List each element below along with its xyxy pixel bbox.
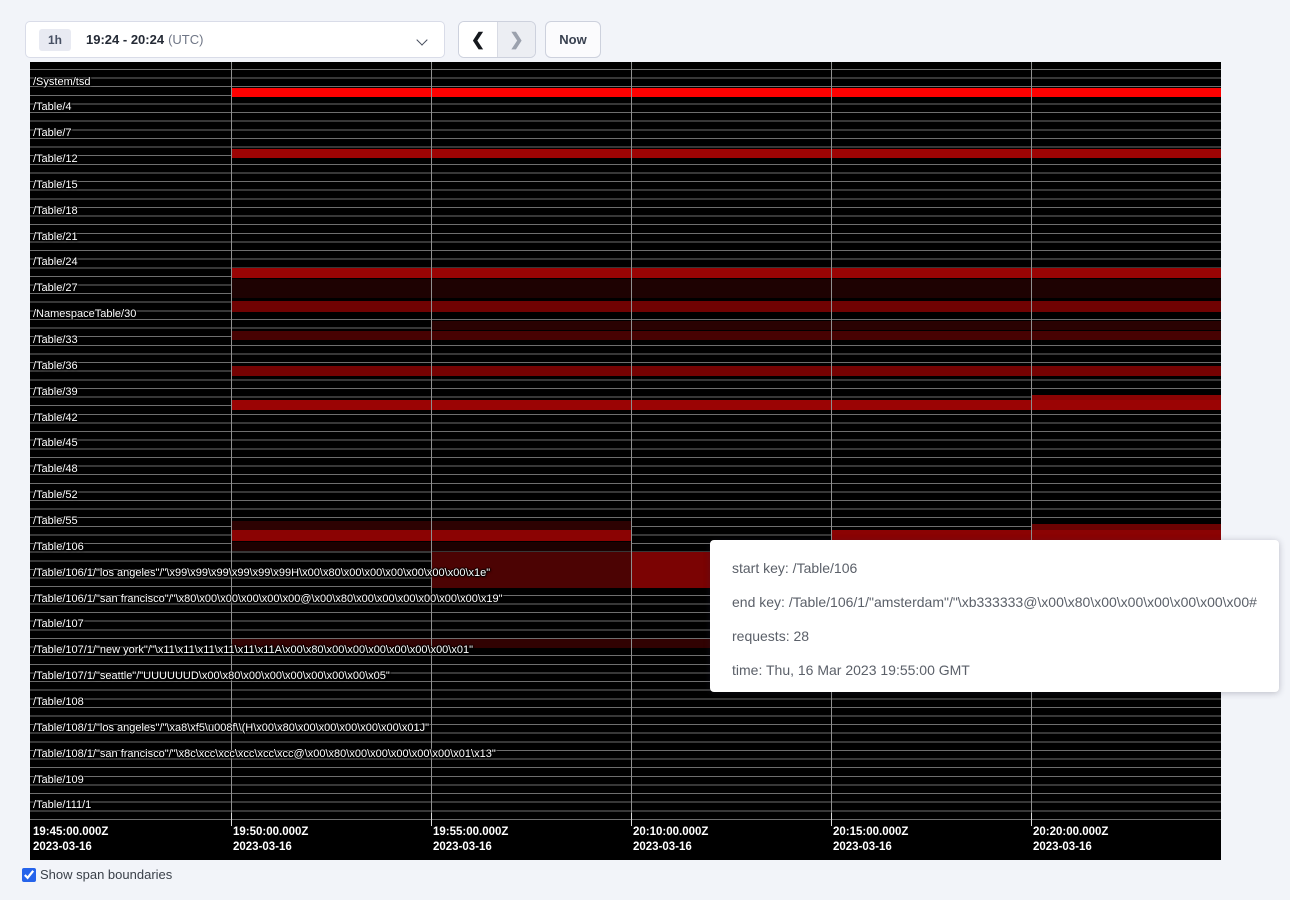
heat-band	[231, 268, 1221, 278]
row-label: /Table/12	[33, 153, 78, 165]
axis-tick	[1031, 813, 1032, 826]
row-label: /Table/107/1/"seattle"/"UUUUUUD\x00\x80\…	[33, 670, 390, 682]
row-label: /NamespaceTable/30	[33, 308, 136, 320]
row-label: /Table/27	[33, 282, 78, 294]
tooltip-line: requests: 28	[732, 619, 1257, 653]
x-axis-label: 20:15:00.000Z2023-03-16	[833, 825, 908, 855]
x-axis-label: 19:45:00.000Z2023-03-16	[33, 825, 108, 855]
heat-band	[231, 366, 1221, 376]
time-gridline	[1031, 62, 1032, 826]
row-label: /Table/15	[33, 179, 78, 191]
axis-tick	[231, 813, 232, 826]
heat-band	[231, 88, 1221, 97]
row-label: /Table/106/1/"los angeles"/"\x99\x99\x99…	[33, 567, 490, 579]
heat-band	[231, 301, 1221, 312]
row-label: /Table/18	[33, 205, 78, 217]
time-gridline	[631, 62, 632, 826]
axis-tick	[831, 813, 832, 826]
utc-label: (UTC)	[168, 32, 203, 47]
heat-band	[231, 331, 1221, 340]
now-button[interactable]: Now	[545, 21, 601, 58]
row-label: /Table/36	[33, 360, 78, 372]
chevron-down-icon	[416, 34, 427, 45]
row-label: /Table/106/1/"san francisco"/"\x80\x00\x…	[33, 593, 503, 605]
row-label: /Table/45	[33, 437, 78, 449]
axis-tick	[431, 813, 432, 826]
heat-band	[231, 279, 1221, 298]
time-range-selector[interactable]: 1h 19:24 - 20:24 (UTC)	[25, 21, 445, 58]
heat-band	[231, 400, 1221, 410]
row-label: /Table/108/1/"san francisco"/"\x8c\xcc\x…	[33, 748, 496, 760]
axis-tick	[631, 813, 632, 826]
time-nav-group: ❮ ❯	[458, 21, 536, 58]
heat-band	[231, 149, 1221, 158]
next-window-button[interactable]: ❯	[497, 22, 535, 57]
row-label: /Table/52	[33, 489, 78, 501]
row-label: /Table/107	[33, 618, 84, 630]
x-axis-label: 20:20:00.000Z2023-03-16	[1033, 825, 1108, 855]
show-span-boundaries-label: Show span boundaries	[40, 867, 172, 882]
x-axis-label: 19:50:00.000Z2023-03-16	[233, 825, 308, 855]
row-label: /Table/108/1/"los angeles"/"\xa8\xf5\u00…	[33, 722, 429, 734]
time-gridline	[231, 62, 232, 826]
row-label: /Table/24	[33, 256, 78, 268]
tooltip-line: time: Thu, 16 Mar 2023 19:55:00 GMT	[732, 653, 1257, 687]
span-boundary-lines	[30, 69, 1221, 820]
row-label: /Table/111/1	[33, 799, 91, 811]
tooltip-line: start key: /Table/106	[732, 551, 1257, 585]
x-axis-label: 19:55:00.000Z2023-03-16	[433, 825, 508, 855]
row-label: /Table/107/1/"new york"/"\x11\x11\x11\x1…	[33, 644, 473, 656]
x-axis-label: 20:10:00.000Z2023-03-16	[633, 825, 708, 855]
show-span-boundaries-checkbox[interactable]	[22, 868, 36, 882]
row-label: /System/tsd	[33, 76, 90, 88]
row-label: /Table/7	[33, 127, 72, 139]
time-gridline	[831, 62, 832, 826]
row-label: /Table/55	[33, 515, 78, 527]
row-label: /Table/109	[33, 774, 84, 786]
footer-controls: Show span boundaries	[22, 867, 172, 882]
row-label: /Table/42	[33, 412, 78, 424]
row-label: /Table/21	[33, 231, 78, 243]
row-label: /Table/48	[33, 463, 78, 475]
span-tooltip: start key: /Table/106end key: /Table/106…	[710, 540, 1279, 692]
heat-band	[431, 321, 1221, 330]
row-label: /Table/4	[33, 101, 72, 113]
time-range-label: 19:24 - 20:24	[86, 32, 164, 47]
prev-window-button[interactable]: ❮	[459, 22, 497, 57]
key-visualizer-canvas[interactable]: /System/tsd/Table/4/Table/7/Table/12/Tab…	[30, 62, 1221, 860]
row-label: /Table/108	[33, 696, 84, 708]
row-label: /Table/39	[33, 386, 78, 398]
tooltip-line: end key: /Table/106/1/"amsterdam"/"\xb33…	[732, 585, 1257, 619]
duration-badge: 1h	[39, 29, 71, 51]
time-gridline	[431, 62, 432, 826]
row-label: /Table/33	[33, 334, 78, 346]
row-label: /Table/106	[33, 541, 84, 553]
